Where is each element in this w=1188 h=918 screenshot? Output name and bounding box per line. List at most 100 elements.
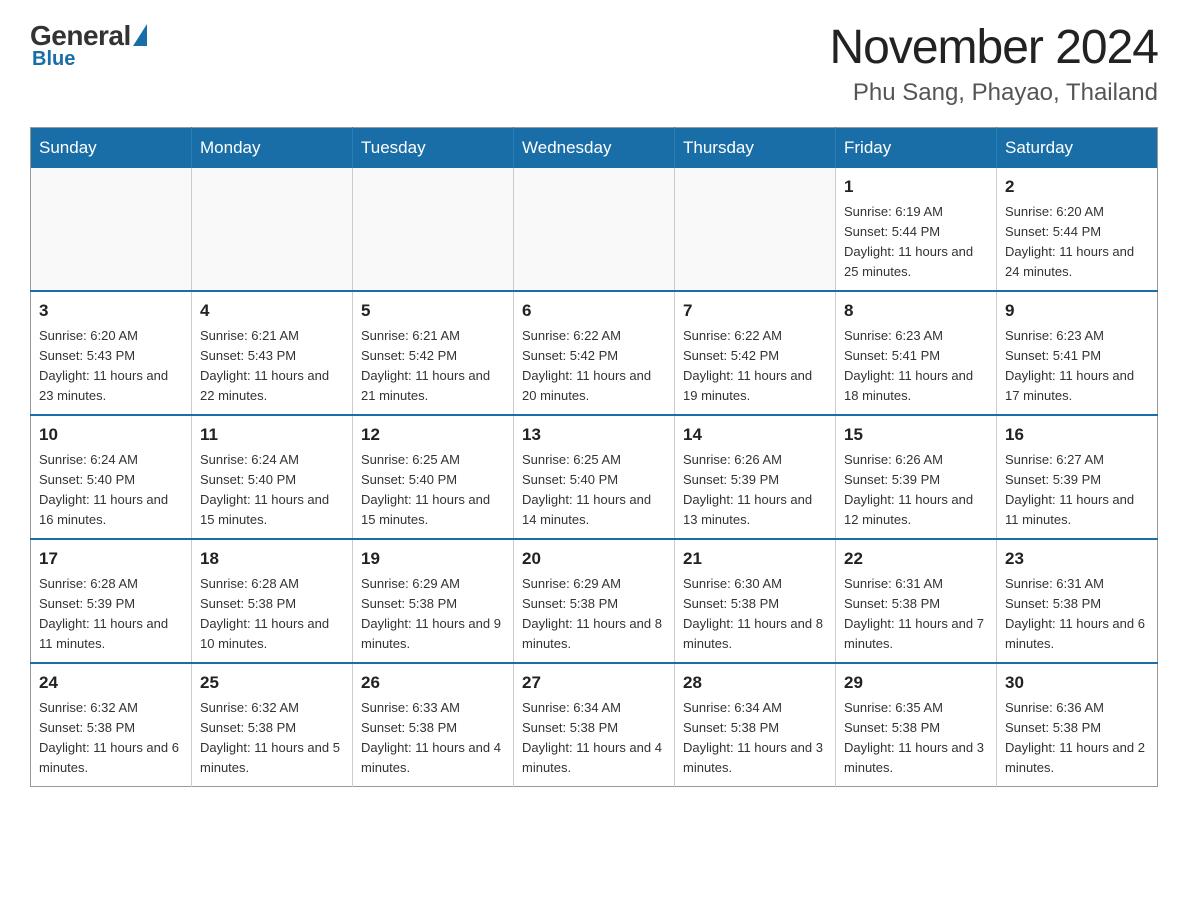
day-number: 27 — [522, 670, 666, 696]
day-info: Sunrise: 6:26 AM Sunset: 5:39 PM Dayligh… — [683, 452, 812, 527]
day-number: 28 — [683, 670, 827, 696]
calendar-day-cell: 2 Sunrise: 6:20 AM Sunset: 5:44 PM Daylig… — [997, 168, 1158, 291]
day-number: 30 — [1005, 670, 1149, 696]
day-of-week-header: Thursday — [675, 128, 836, 169]
day-of-week-header: Monday — [192, 128, 353, 169]
calendar-day-cell — [675, 168, 836, 291]
day-info: Sunrise: 6:25 AM Sunset: 5:40 PM Dayligh… — [361, 452, 490, 527]
calendar-day-cell: 25 Sunrise: 6:32 AM Sunset: 5:38 PM Dayli… — [192, 663, 353, 787]
location-title: Phu Sang, Phayao, Thailand — [829, 79, 1158, 107]
day-number: 9 — [1005, 298, 1149, 324]
calendar-day-cell: 14 Sunrise: 6:26 AM Sunset: 5:39 PM Dayli… — [675, 415, 836, 539]
calendar-day-cell: 22 Sunrise: 6:31 AM Sunset: 5:38 PM Dayli… — [836, 539, 997, 663]
day-number: 14 — [683, 422, 827, 448]
day-number: 20 — [522, 546, 666, 572]
calendar-table: SundayMondayTuesdayWednesdayThursdayFrid… — [30, 127, 1158, 787]
calendar-header-row: SundayMondayTuesdayWednesdayThursdayFrid… — [31, 128, 1158, 169]
day-info: Sunrise: 6:22 AM Sunset: 5:42 PM Dayligh… — [522, 328, 651, 403]
day-number: 3 — [39, 298, 183, 324]
day-info: Sunrise: 6:25 AM Sunset: 5:40 PM Dayligh… — [522, 452, 651, 527]
calendar-day-cell — [514, 168, 675, 291]
day-info: Sunrise: 6:34 AM Sunset: 5:38 PM Dayligh… — [683, 700, 823, 775]
page-header: General Blue November 2024 Phu Sang, Pha… — [30, 20, 1158, 107]
day-number: 6 — [522, 298, 666, 324]
day-number: 22 — [844, 546, 988, 572]
day-info: Sunrise: 6:32 AM Sunset: 5:38 PM Dayligh… — [200, 700, 340, 775]
day-info: Sunrise: 6:36 AM Sunset: 5:38 PM Dayligh… — [1005, 700, 1145, 775]
day-number: 11 — [200, 422, 344, 448]
day-info: Sunrise: 6:22 AM Sunset: 5:42 PM Dayligh… — [683, 328, 812, 403]
day-of-week-header: Tuesday — [353, 128, 514, 169]
calendar-day-cell: 21 Sunrise: 6:30 AM Sunset: 5:38 PM Dayli… — [675, 539, 836, 663]
calendar-day-cell: 29Sunrise: 6:35 AM Sunset: 5:38 PM Dayli… — [836, 663, 997, 787]
month-title: November 2024 — [829, 20, 1158, 75]
calendar-day-cell: 28 Sunrise: 6:34 AM Sunset: 5:38 PM Dayli… — [675, 663, 836, 787]
calendar-day-cell: 17Sunrise: 6:28 AM Sunset: 5:39 PM Dayli… — [31, 539, 192, 663]
day-number: 7 — [683, 298, 827, 324]
calendar-day-cell: 20 Sunrise: 6:29 AM Sunset: 5:38 PM Dayli… — [514, 539, 675, 663]
day-info: Sunrise: 6:26 AM Sunset: 5:39 PM Dayligh… — [844, 452, 973, 527]
day-info: Sunrise: 6:27 AM Sunset: 5:39 PM Dayligh… — [1005, 452, 1134, 527]
day-info: Sunrise: 6:29 AM Sunset: 5:38 PM Dayligh… — [522, 576, 662, 651]
day-number: 26 — [361, 670, 505, 696]
day-info: Sunrise: 6:34 AM Sunset: 5:38 PM Dayligh… — [522, 700, 662, 775]
day-info: Sunrise: 6:30 AM Sunset: 5:38 PM Dayligh… — [683, 576, 823, 651]
day-info: Sunrise: 6:33 AM Sunset: 5:38 PM Dayligh… — [361, 700, 501, 775]
day-of-week-header: Friday — [836, 128, 997, 169]
calendar-day-cell: 16 Sunrise: 6:27 AM Sunset: 5:39 PM Dayli… — [997, 415, 1158, 539]
day-number: 8 — [844, 298, 988, 324]
day-info: Sunrise: 6:20 AM Sunset: 5:43 PM Dayligh… — [39, 328, 168, 403]
calendar-day-cell — [31, 168, 192, 291]
calendar-day-cell: 1 Sunrise: 6:19 AM Sunset: 5:44 PM Daylig… — [836, 168, 997, 291]
calendar-day-cell: 12 Sunrise: 6:25 AM Sunset: 5:40 PM Dayli… — [353, 415, 514, 539]
calendar-day-cell: 3 Sunrise: 6:20 AM Sunset: 5:43 PM Daylig… — [31, 291, 192, 415]
day-info: Sunrise: 6:23 AM Sunset: 5:41 PM Dayligh… — [844, 328, 973, 403]
calendar-day-cell: 11 Sunrise: 6:24 AM Sunset: 5:40 PM Dayli… — [192, 415, 353, 539]
day-info: Sunrise: 6:29 AM Sunset: 5:38 PM Dayligh… — [361, 576, 501, 651]
calendar-day-cell: 5Sunrise: 6:21 AM Sunset: 5:42 PM Daylig… — [353, 291, 514, 415]
day-number: 16 — [1005, 422, 1149, 448]
day-info: Sunrise: 6:35 AM Sunset: 5:38 PM Dayligh… — [844, 700, 984, 775]
logo: General Blue — [30, 20, 147, 71]
day-number: 24 — [39, 670, 183, 696]
day-info: Sunrise: 6:21 AM Sunset: 5:43 PM Dayligh… — [200, 328, 329, 403]
day-info: Sunrise: 6:28 AM Sunset: 5:39 PM Dayligh… — [39, 576, 168, 651]
calendar-week-row: 1 Sunrise: 6:19 AM Sunset: 5:44 PM Daylig… — [31, 168, 1158, 291]
day-number: 2 — [1005, 174, 1149, 200]
day-number: 15 — [844, 422, 988, 448]
day-info: Sunrise: 6:24 AM Sunset: 5:40 PM Dayligh… — [200, 452, 329, 527]
calendar-day-cell: 24 Sunrise: 6:32 AM Sunset: 5:38 PM Dayli… — [31, 663, 192, 787]
calendar-day-cell: 19Sunrise: 6:29 AM Sunset: 5:38 PM Dayli… — [353, 539, 514, 663]
day-info: Sunrise: 6:31 AM Sunset: 5:38 PM Dayligh… — [844, 576, 984, 651]
calendar-day-cell: 10 Sunrise: 6:24 AM Sunset: 5:40 PM Dayli… — [31, 415, 192, 539]
day-info: Sunrise: 6:32 AM Sunset: 5:38 PM Dayligh… — [39, 700, 179, 775]
day-number: 21 — [683, 546, 827, 572]
calendar-day-cell: 6 Sunrise: 6:22 AM Sunset: 5:42 PM Daylig… — [514, 291, 675, 415]
calendar-week-row: 17Sunrise: 6:28 AM Sunset: 5:39 PM Dayli… — [31, 539, 1158, 663]
day-number: 1 — [844, 174, 988, 200]
day-number: 10 — [39, 422, 183, 448]
day-number: 13 — [522, 422, 666, 448]
day-info: Sunrise: 6:31 AM Sunset: 5:38 PM Dayligh… — [1005, 576, 1145, 651]
calendar-day-cell: 30 Sunrise: 6:36 AM Sunset: 5:38 PM Dayli… — [997, 663, 1158, 787]
day-number: 5 — [361, 298, 505, 324]
day-number: 12 — [361, 422, 505, 448]
calendar-day-cell: 13 Sunrise: 6:25 AM Sunset: 5:40 PM Dayli… — [514, 415, 675, 539]
calendar-day-cell: 26 Sunrise: 6:33 AM Sunset: 5:38 PM Dayli… — [353, 663, 514, 787]
calendar-day-cell: 15 Sunrise: 6:26 AM Sunset: 5:39 PM Dayli… — [836, 415, 997, 539]
logo-triangle-icon — [133, 24, 147, 46]
calendar-day-cell: 9Sunrise: 6:23 AM Sunset: 5:41 PM Daylig… — [997, 291, 1158, 415]
title-area: November 2024 Phu Sang, Phayao, Thailand — [829, 20, 1158, 107]
day-number: 4 — [200, 298, 344, 324]
calendar-day-cell: 4 Sunrise: 6:21 AM Sunset: 5:43 PM Daylig… — [192, 291, 353, 415]
day-info: Sunrise: 6:24 AM Sunset: 5:40 PM Dayligh… — [39, 452, 168, 527]
day-info: Sunrise: 6:19 AM Sunset: 5:44 PM Dayligh… — [844, 204, 973, 279]
logo-blue-text: Blue — [32, 48, 75, 71]
calendar-day-cell: 18Sunrise: 6:28 AM Sunset: 5:38 PM Dayli… — [192, 539, 353, 663]
calendar-day-cell: 7 Sunrise: 6:22 AM Sunset: 5:42 PM Daylig… — [675, 291, 836, 415]
calendar-day-cell — [353, 168, 514, 291]
day-info: Sunrise: 6:28 AM Sunset: 5:38 PM Dayligh… — [200, 576, 329, 651]
day-info: Sunrise: 6:20 AM Sunset: 5:44 PM Dayligh… — [1005, 204, 1134, 279]
day-number: 25 — [200, 670, 344, 696]
calendar-week-row: 24 Sunrise: 6:32 AM Sunset: 5:38 PM Dayli… — [31, 663, 1158, 787]
